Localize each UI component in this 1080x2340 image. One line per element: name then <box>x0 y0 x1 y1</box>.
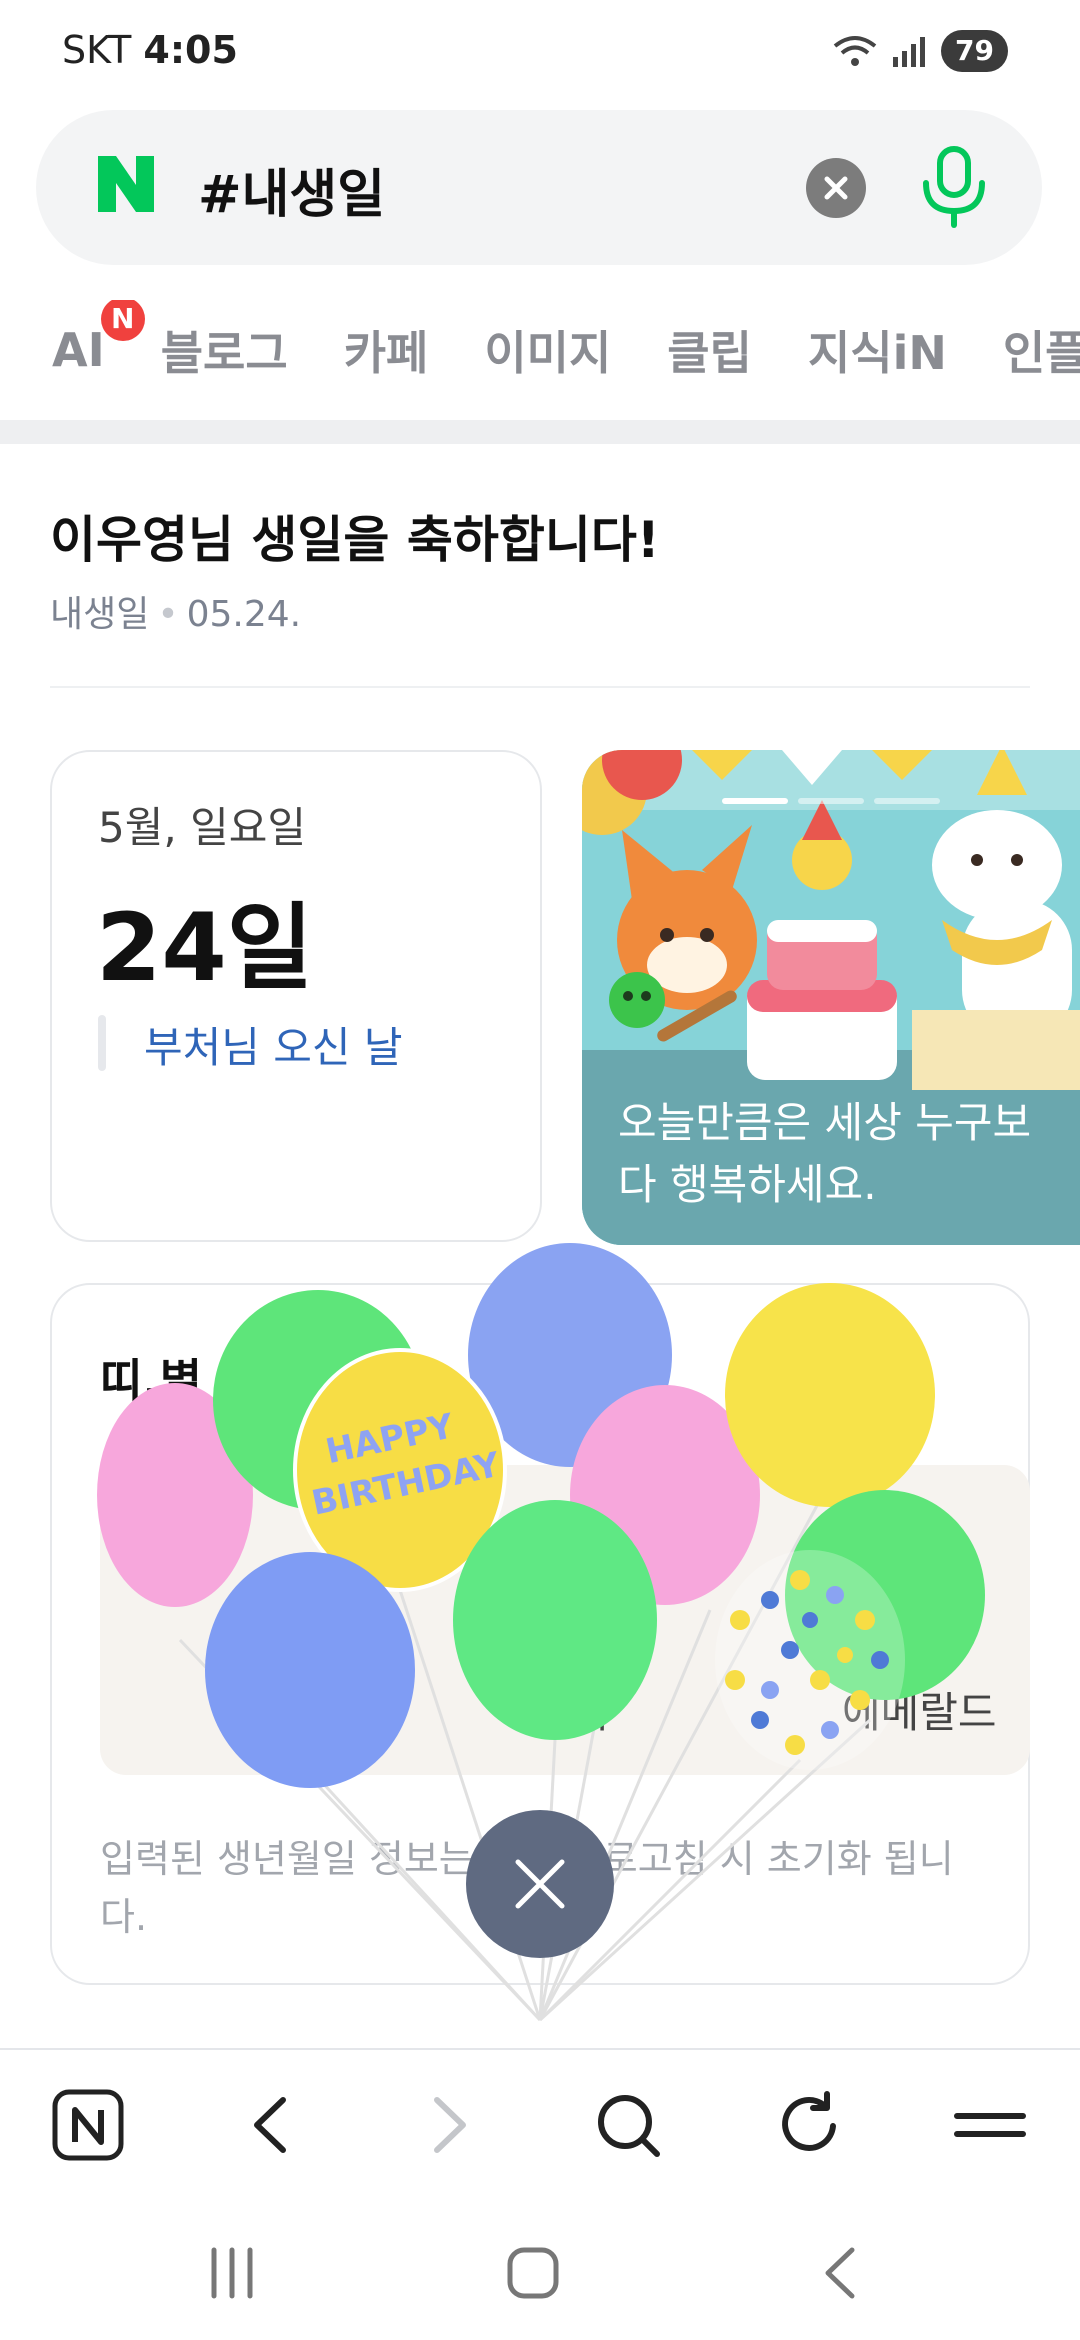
naver-logo-icon[interactable] <box>94 152 158 216</box>
search-icon[interactable] <box>585 2080 675 2170</box>
new-badge: N <box>100 300 145 341</box>
page-title: 이우영님 생일을 축하합니다! <box>50 511 660 569</box>
naver-home-icon[interactable] <box>45 2080 135 2170</box>
home-icon[interactable] <box>494 2238 574 2308</box>
browser-bottom-nav <box>0 2048 1080 2190</box>
slide-dot <box>722 798 788 804</box>
slide-indicator <box>722 798 940 804</box>
system-nav-bar <box>0 2200 1080 2340</box>
tab-cafe[interactable]: 카페 <box>344 317 429 383</box>
search-tabs: AI N 블로그 카페 이미지 클립 지식iN 인플 <box>0 300 1080 400</box>
constellation-label: 자리 <box>532 1688 610 1737</box>
birthstone-label: 에메랄드 <box>842 1688 997 1737</box>
date-card[interactable]: 5월, 일요일 24일 부처님 오신 날 <box>50 750 542 1242</box>
close-overlay-button[interactable] <box>466 1810 614 1958</box>
tab-image[interactable]: 이미지 <box>484 317 611 383</box>
status-bar: SKT 4:05 79 <box>0 0 1080 105</box>
slide-dot <box>798 798 864 804</box>
zodiac-title: 띠,별 <box>100 1354 203 1408</box>
slide-dot <box>874 798 940 804</box>
signal-icon <box>893 37 926 67</box>
page-subtitle: 내생일 • 05.24. <box>50 585 301 637</box>
birthday-illustration-card[interactable]: 오늘만큼은 세상 누구보다 행복하세요. <box>582 750 1080 1245</box>
search-bar[interactable]: #내생일 <box>36 110 1042 265</box>
recents-icon[interactable] <box>192 2238 272 2308</box>
refresh-icon[interactable] <box>765 2080 855 2170</box>
category-label: 내생일 <box>50 594 150 635</box>
tab-ai[interactable]: AI N <box>52 300 145 377</box>
close-icon <box>824 176 848 200</box>
day-number: 24일 <box>96 894 314 1003</box>
carrier-label: SKT <box>62 28 132 72</box>
illustration-caption: 오늘만큼은 세상 누구보다 행복하세요. <box>618 1098 1032 1209</box>
wifi-icon <box>833 36 877 66</box>
tab-influencer[interactable]: 인플 <box>1003 317 1080 383</box>
forward-icon[interactable] <box>405 2080 495 2170</box>
divider <box>50 686 1030 688</box>
clear-search-button[interactable] <box>806 158 866 218</box>
date-label: 05.24. <box>186 594 302 635</box>
tab-blog[interactable]: 블로그 <box>161 317 288 383</box>
system-back-icon[interactable] <box>800 2238 880 2308</box>
menu-icon[interactable] <box>945 2080 1035 2170</box>
status-time: 4:05 <box>143 28 238 72</box>
search-input[interactable]: #내생일 <box>198 152 385 227</box>
tab-kin[interactable]: 지식iN <box>808 317 947 383</box>
month-weekday: 5월, 일요일 <box>98 803 306 852</box>
holiday-label: 부처님 오신 날 <box>144 1023 403 1072</box>
tab-clip[interactable]: 클립 <box>667 317 752 383</box>
holiday-bar <box>98 1015 106 1071</box>
close-icon <box>515 1859 565 1909</box>
section-separator <box>0 420 1080 444</box>
back-icon[interactable] <box>225 2080 315 2170</box>
microphone-icon[interactable] <box>914 145 994 230</box>
dot-separator: • <box>157 594 179 635</box>
battery-indicator: 79 <box>941 30 1008 72</box>
